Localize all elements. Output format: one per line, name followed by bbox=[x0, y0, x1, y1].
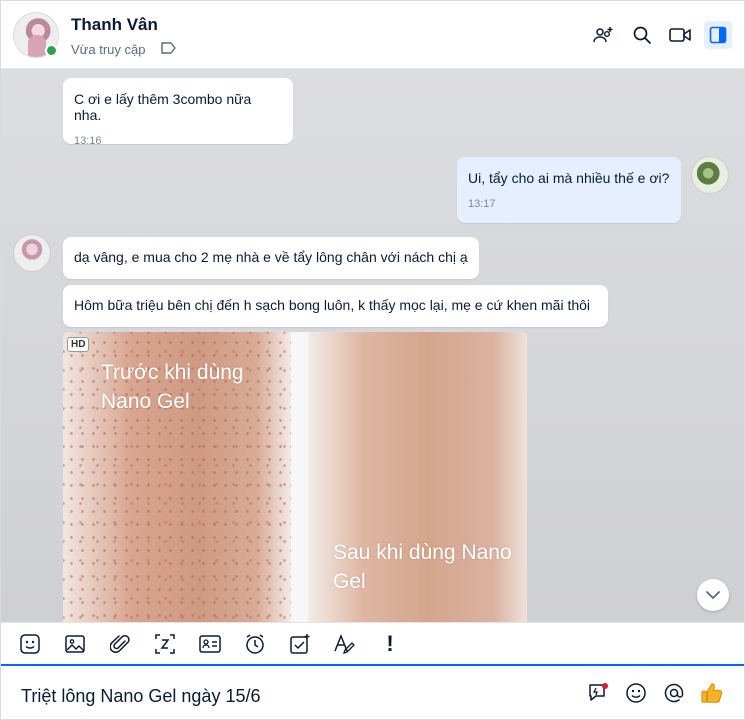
add-group-icon[interactable] bbox=[590, 21, 618, 49]
composer bbox=[1, 668, 744, 719]
sticker-icon[interactable] bbox=[13, 627, 47, 661]
tag-icon[interactable] bbox=[161, 41, 177, 55]
contact-name[interactable]: Thanh Vân bbox=[71, 15, 158, 35]
message-bubble[interactable]: Hôm bữa triệu bên chị đến h sạch bong lu… bbox=[63, 285, 608, 327]
contact-card-icon[interactable] bbox=[193, 627, 227, 661]
sidebar-toggle-icon[interactable] bbox=[704, 21, 732, 49]
composer-toolbar: ! bbox=[1, 622, 744, 666]
photo-divider bbox=[291, 332, 308, 622]
photo-caption-before: Trước khi dùng Nano Gel bbox=[101, 361, 244, 413]
composer-actions bbox=[586, 680, 724, 706]
chevron-down-icon bbox=[706, 591, 720, 600]
attachment-icon[interactable] bbox=[103, 627, 137, 661]
urgent-label: ! bbox=[386, 630, 394, 656]
task-icon[interactable] bbox=[283, 627, 317, 661]
chat-window: Thanh Vân Vừa truy cập C ơi e lấy thêm 3… bbox=[0, 0, 745, 720]
message-bubble[interactable]: C ơi e lấy thêm 3combo nữa nha. 13:16 bbox=[63, 78, 293, 147]
image-message[interactable]: HD Trước khi dùng Nano Gel Sau khi dùng … bbox=[63, 332, 527, 622]
online-status-dot bbox=[45, 44, 58, 57]
search-icon[interactable] bbox=[628, 21, 656, 49]
like-icon[interactable] bbox=[700, 680, 724, 706]
my-avatar[interactable] bbox=[691, 156, 729, 194]
photo-caption-after: Sau khi dùng Nano Gel bbox=[333, 541, 512, 593]
urgent-icon[interactable]: ! bbox=[373, 627, 407, 661]
header-actions bbox=[590, 21, 732, 49]
screenshot-icon[interactable] bbox=[148, 627, 182, 661]
chat-header: Thanh Vân Vừa truy cập bbox=[1, 1, 744, 69]
message-text: Hôm bữa triệu bên chị đến h sạch bong lu… bbox=[74, 297, 591, 313]
message-time: 13:16 bbox=[74, 135, 102, 147]
emoji-icon[interactable] bbox=[624, 680, 648, 706]
message-text: dạ vâng, e mua cho 2 mẹ nhà e về tẩy lôn… bbox=[74, 249, 468, 265]
message-bubble[interactable]: dạ vâng, e mua cho 2 mẹ nhà e về tẩy lôn… bbox=[63, 237, 479, 279]
quick-reply-icon[interactable] bbox=[586, 680, 610, 706]
message-list[interactable]: C ơi e lấy thêm 3combo nữa nha. 13:16 Ui… bbox=[1, 69, 744, 622]
message-text: Ui, tẩy cho ai mà nhiều thế e ơi? bbox=[468, 170, 670, 186]
contact-status: Vừa truy cập bbox=[71, 42, 146, 57]
hd-badge: HD bbox=[67, 337, 90, 352]
contact-avatar-small[interactable] bbox=[13, 234, 51, 272]
video-call-icon[interactable] bbox=[666, 21, 694, 49]
text-format-icon[interactable] bbox=[328, 627, 362, 661]
message-text: C ơi e lấy thêm 3combo nữa nha. bbox=[74, 91, 252, 123]
reminder-icon[interactable] bbox=[238, 627, 272, 661]
message-bubble[interactable]: Ui, tẩy cho ai mà nhiều thế e ơi? 13:17 bbox=[457, 157, 681, 223]
message-input[interactable] bbox=[21, 684, 561, 708]
mention-icon[interactable] bbox=[662, 680, 686, 706]
message-time: 13:17 bbox=[468, 198, 496, 210]
image-icon[interactable] bbox=[58, 627, 92, 661]
scroll-to-bottom-button[interactable] bbox=[697, 579, 729, 611]
